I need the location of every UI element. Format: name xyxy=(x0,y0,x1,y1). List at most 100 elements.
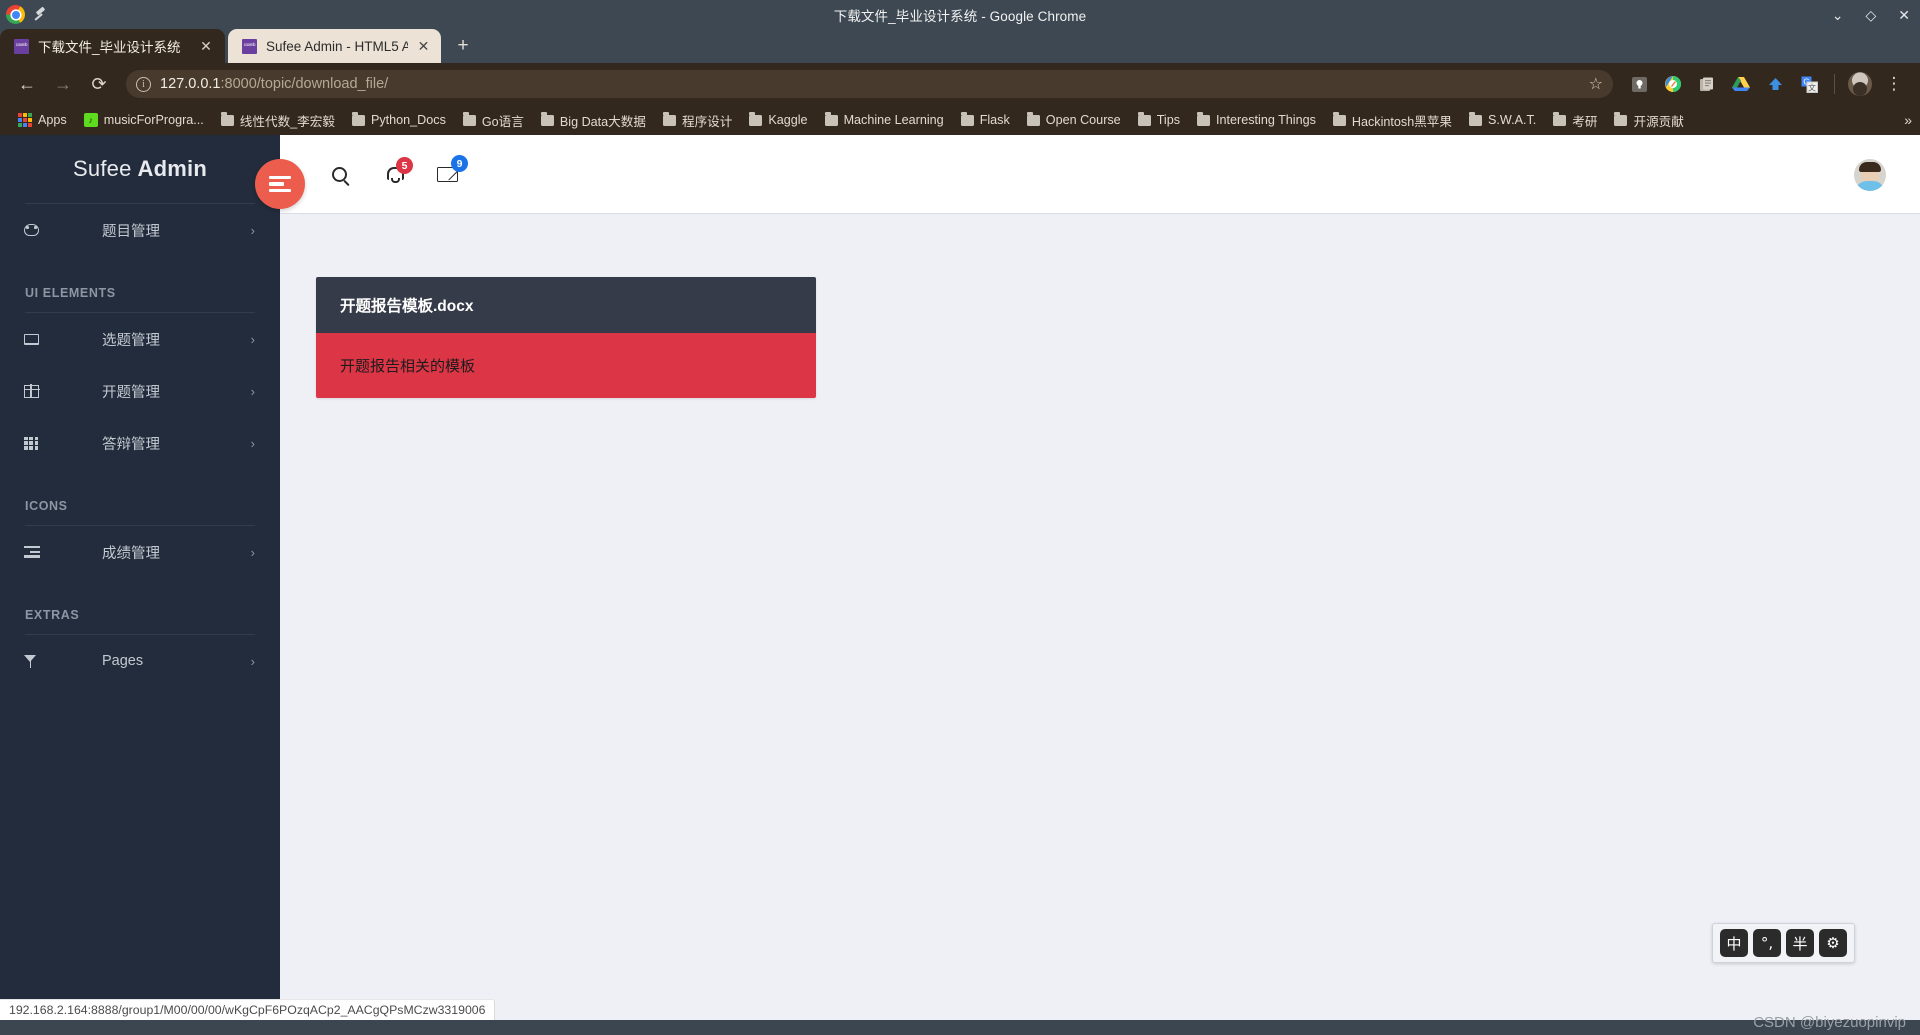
profile-avatar[interactable] xyxy=(1846,70,1874,98)
messages-badge: 9 xyxy=(451,155,468,172)
bookmark-kaggle[interactable]: Kaggle xyxy=(741,110,815,130)
bookmark-label: Open Course xyxy=(1045,113,1121,127)
bookmark-swat[interactable]: S.W.A.T. xyxy=(1461,110,1544,130)
bookmark-label: Interesting Things xyxy=(1216,113,1316,127)
lightbulb-note-icon[interactable] xyxy=(1625,70,1653,98)
minimize-icon[interactable]: ⌄ xyxy=(1832,8,1844,22)
sidebar-item-selection-management[interactable]: 选题管理 › xyxy=(0,313,280,365)
bookmark-apps[interactable]: Apps xyxy=(10,110,75,130)
bookmark-star-icon[interactable]: ☆ xyxy=(1589,74,1603,94)
folder-icon xyxy=(1332,112,1346,126)
music-icon: ♪ xyxy=(83,113,98,127)
chinese-mode-key[interactable]: 中 xyxy=(1720,929,1748,957)
app-navbar: 5 9 xyxy=(255,135,1920,213)
bookmarks-overflow-button[interactable]: » xyxy=(1904,112,1912,128)
bookmark-label: Python_Docs xyxy=(370,113,446,127)
pages-extension-icon[interactable] xyxy=(1693,70,1721,98)
search-icon[interactable] xyxy=(316,151,362,197)
os-window-titlebar: 下载文件_毕业设计系统 - Google Chrome ⌄ ◇ ✕ xyxy=(0,0,1920,29)
os-window-title: 下载文件_毕业设计系统 - Google Chrome xyxy=(833,8,1087,24)
bookmark-hackintosh[interactable]: Hackintosh黑苹果 xyxy=(1325,108,1460,133)
bookmark-label: Kaggle xyxy=(768,113,808,127)
close-icon[interactable]: ✕ xyxy=(1898,8,1910,22)
table-icon xyxy=(23,384,46,398)
blue-arrow-extension-icon[interactable] xyxy=(1761,70,1789,98)
file-card-description: 开题报告相关的模板 xyxy=(316,333,816,398)
folder-icon xyxy=(1469,112,1482,126)
svg-text:文: 文 xyxy=(1808,82,1816,92)
url-host: 127.0.0.1 xyxy=(160,76,221,92)
page-content: 开题报告模板.docx 开题报告相关的模板 xyxy=(280,214,1920,1020)
bookmark-big-data[interactable]: Big Data大数据 xyxy=(533,108,654,133)
sidebar-item-defense-management[interactable]: 答辩管理 › xyxy=(0,417,280,469)
google-drive-icon[interactable] xyxy=(1727,70,1755,98)
bookmarks-bar: Apps ♪ musicForProgra... 线性代数_李宏毅 Python… xyxy=(0,105,1920,135)
bookmark-golang[interactable]: Go语言 xyxy=(455,108,532,133)
kebab-menu-icon[interactable]: ⋮ xyxy=(1880,70,1908,98)
status-bar-link-preview: 192.168.2.164:8888/group1/M00/00/00/wKgC… xyxy=(0,999,496,1020)
app-sidebar: Sufee Admin 题目管理 › UI ELEMENTS 选题管理 › 开题… xyxy=(0,135,280,1020)
color-wheel-extension-icon[interactable] xyxy=(1659,70,1687,98)
punctuation-mode-key[interactable]: °, xyxy=(1753,929,1781,957)
chevron-right-icon: › xyxy=(250,435,255,451)
file-card[interactable]: 开题报告模板.docx 开题报告相关的模板 xyxy=(316,277,816,398)
info-circle-icon[interactable]: i xyxy=(136,76,151,92)
browser-toolbar: ← → ⟳ i 127.0.0.1:8000/topic/download_fi… xyxy=(0,63,1920,105)
browser-tabstrip: 下载文件_毕业设计系统 ✕ Sufee Admin - HTML5 Admin … xyxy=(0,29,1920,63)
browser-tab-2[interactable]: Sufee Admin - HTML5 Admin ✕ xyxy=(228,29,441,63)
back-button[interactable]: ← xyxy=(12,69,42,99)
bookmark-kaoyan[interactable]: 考研 xyxy=(1545,108,1605,133)
browser-tab-1[interactable]: 下载文件_毕业设计系统 ✕ xyxy=(0,29,225,63)
reload-button[interactable]: ⟳ xyxy=(84,69,114,99)
sidebar-item-proposal-management[interactable]: 开题管理 › xyxy=(0,365,280,417)
csdn-watermark: CSDN @biyezuopinvip xyxy=(1753,1014,1906,1031)
pin-icon[interactable] xyxy=(33,7,49,23)
notifications-bell-icon[interactable]: 5 xyxy=(370,151,416,197)
halfwidth-mode-key[interactable]: 半 xyxy=(1786,929,1814,957)
bookmark-label: Flask xyxy=(979,113,1010,127)
bookmark-machine-learning[interactable]: Machine Learning xyxy=(817,110,952,130)
bookmark-linear-algebra[interactable]: 线性代数_李宏毅 xyxy=(213,108,343,133)
address-bar[interactable]: i 127.0.0.1:8000/topic/download_file/ ☆ xyxy=(126,70,1613,98)
maximize-icon[interactable]: ◇ xyxy=(1865,8,1876,22)
bookmark-open-course[interactable]: Open Course xyxy=(1019,110,1129,130)
sidebar-heading-ui-elements: UI ELEMENTS xyxy=(25,286,116,300)
bookmark-label: 开源贡献 xyxy=(1633,114,1684,129)
forward-button[interactable]: → xyxy=(48,69,78,99)
folder-icon xyxy=(960,112,974,126)
messages-envelope-icon[interactable]: 9 xyxy=(424,151,470,197)
hamburger-menu-icon[interactable] xyxy=(255,159,305,209)
tab-close-icon[interactable]: ✕ xyxy=(198,38,214,55)
chevron-right-icon: › xyxy=(250,383,255,399)
sidebar-item-grade-management[interactable]: 成绩管理 › xyxy=(0,526,280,578)
app-brand[interactable]: Sufee Admin xyxy=(0,135,280,203)
bookmark-flask[interactable]: Flask xyxy=(953,110,1018,130)
ime-settings-key[interactable]: ⚙ xyxy=(1819,929,1847,957)
bookmark-program-design[interactable]: 程序设计 xyxy=(655,108,740,133)
sidebar-item-label: Pages xyxy=(102,653,144,669)
os-window-buttons: ⌄ ◇ ✕ xyxy=(1832,8,1910,22)
folder-icon xyxy=(1614,112,1628,126)
bookmark-label: Go语言 xyxy=(481,114,524,129)
bookmark-open-source[interactable]: 开源贡献 xyxy=(1606,108,1691,133)
new-tab-button[interactable]: + xyxy=(450,33,476,59)
folder-icon xyxy=(1137,112,1151,126)
toolbar-divider xyxy=(1834,74,1835,94)
bookmark-tips[interactable]: Tips xyxy=(1130,110,1188,130)
chrome-logo-icon xyxy=(6,5,25,24)
google-translate-icon[interactable]: G文 xyxy=(1795,70,1823,98)
folder-icon xyxy=(540,112,554,126)
file-card-title: 开题报告模板.docx xyxy=(316,277,816,333)
sidebar-item-label: 答辩管理 xyxy=(102,436,160,453)
bookmark-label: Tips xyxy=(1156,113,1181,127)
folder-icon xyxy=(1553,112,1567,126)
bookmark-label: 程序设计 xyxy=(681,114,733,129)
bookmark-interesting-things[interactable]: Interesting Things xyxy=(1189,110,1324,130)
sidebar-item-pages[interactable]: Pages › xyxy=(0,635,280,687)
user-avatar[interactable] xyxy=(1854,159,1886,191)
tab-close-icon[interactable]: ✕ xyxy=(417,38,430,55)
monitor-icon xyxy=(24,333,46,345)
sidebar-item-topic-management[interactable]: 题目管理 › xyxy=(0,204,280,256)
bookmark-python-docs[interactable]: Python_Docs xyxy=(344,110,454,130)
bookmark-musicforprogramming[interactable]: ♪ musicForProgra... xyxy=(76,110,212,130)
